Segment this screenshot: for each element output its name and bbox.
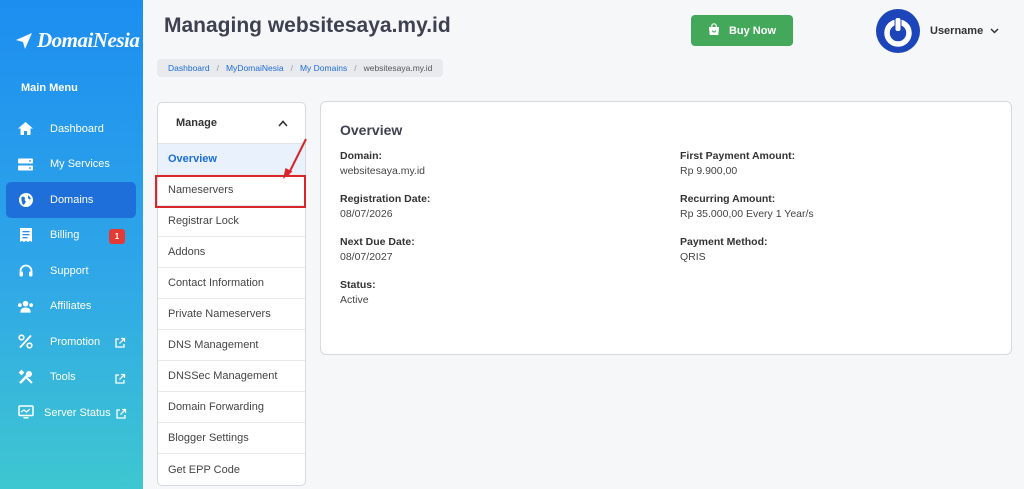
first-payment-field: First Payment Amount: Rp 9.900,00 xyxy=(680,150,795,177)
sidebar-item-my-services[interactable]: My Services xyxy=(6,147,136,183)
sidebar-item-affiliates[interactable]: Affiliates xyxy=(6,289,136,325)
sidebar-item-label: Dashboard xyxy=(50,122,104,135)
sidebar-item-label: Server Status xyxy=(44,406,111,419)
sidebar-item-domains[interactable]: Domains xyxy=(6,182,136,218)
domain-field: Domain: websitesaya.my.id xyxy=(340,150,425,177)
home-icon xyxy=(17,120,34,137)
sidebar: DomaiNesia Main Menu Dashboard My Servic… xyxy=(0,0,143,489)
breadcrumb-separator: / xyxy=(354,63,357,73)
external-link-icon xyxy=(114,372,126,384)
sidebar-item-server-status[interactable]: Server Status xyxy=(6,395,136,431)
registration-date-value: 08/07/2026 xyxy=(340,208,393,220)
sidebar-item-label: Billing xyxy=(50,229,80,242)
next-due-date-value: 08/07/2027 xyxy=(340,251,393,263)
recurring-amount-value: Rp 35.000,00 Every 1 Year/s xyxy=(680,208,814,220)
sidebar-item-label: My Services xyxy=(50,158,110,171)
breadcrumb-current: websitesaya.my.id xyxy=(363,63,433,73)
external-link-icon xyxy=(115,407,127,419)
manage-item-contact-information[interactable]: Contact Information xyxy=(158,268,305,299)
avatar[interactable] xyxy=(876,9,920,53)
tools-icon xyxy=(17,369,34,386)
registration-date-field: Registration Date: 08/07/2026 xyxy=(340,193,430,220)
page-title: Managing websitesaya.my.id xyxy=(164,14,451,37)
brand-logo[interactable]: DomaiNesia xyxy=(14,28,140,53)
sidebar-item-label: Affiliates xyxy=(50,300,92,313)
next-due-date-label: Next Due Date: xyxy=(340,236,415,248)
sidebar-item-billing[interactable]: Billing 1 xyxy=(6,218,136,254)
domain-label: Domain: xyxy=(340,150,382,162)
payment-method-field: Payment Method: QRIS xyxy=(680,236,768,263)
next-due-date-field: Next Due Date: 08/07/2027 xyxy=(340,236,415,263)
domain-value: websitesaya.my.id xyxy=(340,165,426,177)
user-menu[interactable]: Username xyxy=(930,25,999,37)
receipt-icon xyxy=(17,227,34,244)
sidebar-item-support[interactable]: Support xyxy=(6,253,136,289)
registration-date-label: Registration Date: xyxy=(340,193,431,205)
sidebar-item-label: Support xyxy=(50,264,89,277)
breadcrumb: Dashboard / MyDomaiNesia / My Domains / … xyxy=(157,59,444,77)
recurring-amount-label: Recurring Amount: xyxy=(680,193,776,205)
status-field: Status: Active xyxy=(340,279,376,306)
status-value: Active xyxy=(340,294,369,306)
main-menu-title: Main Menu xyxy=(21,82,78,94)
globe-icon xyxy=(17,191,34,208)
payment-method-value: QRIS xyxy=(680,251,706,263)
manage-item-addons[interactable]: Addons xyxy=(158,237,305,268)
first-payment-value: Rp 9.900,00 xyxy=(680,165,738,177)
pointer-arrow-icon xyxy=(283,138,307,179)
breadcrumb-separator: / xyxy=(290,63,293,73)
manage-title: Manage xyxy=(176,117,217,129)
power-icon xyxy=(884,17,912,47)
billing-count-badge: 1 xyxy=(109,228,125,244)
sidebar-item-label: Tools xyxy=(50,371,76,384)
users-icon xyxy=(17,298,34,315)
manage-item-dns-management[interactable]: DNS Management xyxy=(158,330,305,361)
breadcrumb-mydomainesia[interactable]: MyDomaiNesia xyxy=(226,63,284,73)
manage-item-get-epp-code[interactable]: Get EPP Code xyxy=(158,454,305,485)
manage-item-private-nameservers[interactable]: Private Nameservers xyxy=(158,299,305,330)
overview-card: Overview Domain: websitesaya.my.id Regis… xyxy=(320,101,1012,355)
sidebar-item-label: Promotion xyxy=(50,335,101,348)
sidebar-item-promotion[interactable]: Promotion xyxy=(6,324,136,360)
external-link-icon xyxy=(114,336,126,348)
server-stack-icon xyxy=(17,156,34,173)
headset-icon xyxy=(17,262,34,279)
manage-item-registrar-lock[interactable]: Registrar Lock xyxy=(158,206,305,237)
sidebar-item-dashboard[interactable]: Dashboard xyxy=(6,111,136,147)
sidebar-item-tools[interactable]: Tools xyxy=(6,360,136,396)
payment-method-label: Payment Method: xyxy=(680,236,768,248)
overview-title: Overview xyxy=(340,122,403,138)
buy-now-button[interactable]: Buy Now xyxy=(691,15,793,46)
shopping-bag-icon xyxy=(708,22,720,39)
chevron-up-icon xyxy=(278,114,288,132)
chevron-down-icon xyxy=(990,25,999,37)
status-label: Status: xyxy=(340,279,376,291)
manage-item-dnssec-management[interactable]: DNSSec Management xyxy=(158,361,305,392)
percent-icon xyxy=(17,333,34,350)
logo-icon xyxy=(14,31,34,51)
buy-now-label: Buy Now xyxy=(728,24,777,37)
breadcrumb-separator: / xyxy=(216,63,219,73)
logo-text: DomaiNesia xyxy=(37,28,140,52)
first-payment-label: First Payment Amount: xyxy=(680,150,796,162)
breadcrumb-dashboard[interactable]: Dashboard xyxy=(168,63,210,73)
manage-item-domain-forwarding[interactable]: Domain Forwarding xyxy=(158,392,305,423)
breadcrumb-my-domains[interactable]: My Domains xyxy=(300,63,347,73)
username-label: Username xyxy=(930,25,984,37)
monitor-icon xyxy=(17,404,34,421)
manage-item-blogger-settings[interactable]: Blogger Settings xyxy=(158,423,305,454)
sidebar-nav: Dashboard My Services Domains Billing 1 xyxy=(6,111,136,431)
sidebar-item-label: Domains xyxy=(50,193,94,206)
recurring-amount-field: Recurring Amount: Rp 35.000,00 Every 1 Y… xyxy=(680,193,814,220)
